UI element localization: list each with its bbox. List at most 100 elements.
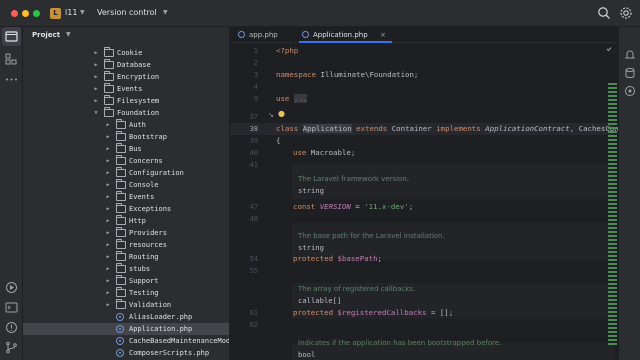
folder-icon <box>116 191 126 201</box>
chevron-right-icon[interactable]: ▶ <box>105 299 111 311</box>
tree-folder[interactable]: ▶ Cookie <box>23 47 229 59</box>
tree-folder[interactable]: ▶ Http <box>23 215 229 227</box>
tree-folder[interactable]: ▶ Testing <box>23 287 229 299</box>
project-panel-title[interactable]: Project <box>32 31 60 39</box>
chevron-right-icon[interactable]: ▶ <box>105 239 111 251</box>
chevron-right-icon[interactable]: ▶ <box>105 263 111 275</box>
tree-file[interactable]: Application.php <box>23 323 229 335</box>
folder-icon <box>116 239 126 249</box>
more-tools-icon[interactable] <box>4 72 19 87</box>
project-name[interactable]: l11 <box>65 8 77 17</box>
code-line[interactable]: { <box>276 135 280 147</box>
structure-icon[interactable] <box>4 52 19 67</box>
search-icon[interactable] <box>596 5 612 21</box>
tree-folder[interactable]: ▶ Providers <box>23 227 229 239</box>
inspection-status-icon[interactable] <box>606 46 612 52</box>
git-branch-icon[interactable] <box>4 340 19 355</box>
stripe-mark <box>608 83 617 85</box>
tree-item-label: Support <box>129 277 159 285</box>
chevron-right-icon[interactable]: ▶ <box>105 215 111 227</box>
chevron-right-icon[interactable]: ▶ <box>93 95 99 107</box>
folder-icon <box>116 251 126 261</box>
stripe-mark <box>608 155 617 157</box>
tree-folder[interactable]: ▶ Encryption <box>23 71 229 83</box>
tree-folder[interactable]: ▶ Filesystem <box>23 95 229 107</box>
tree-folder[interactable]: ▶ Concerns <box>23 155 229 167</box>
tree-file[interactable]: ComposerScripts.php <box>23 347 229 359</box>
chevron-right-icon[interactable]: ▶ <box>105 155 111 167</box>
chevron-right-icon[interactable]: ▶ <box>105 131 111 143</box>
tree-folder[interactable]: ▶ Bootstrap <box>23 131 229 143</box>
tree-folder[interactable]: ▶ Events <box>23 83 229 95</box>
tree-folder[interactable]: ▶ Exceptions <box>23 203 229 215</box>
notifications-icon[interactable] <box>624 49 636 61</box>
code-line[interactable]: protected $basePath; <box>293 253 382 265</box>
chevron-right-icon[interactable]: ▶ <box>93 59 99 71</box>
code-line[interactable]: const VERSION = '11.x-dev'; <box>293 201 413 213</box>
tree-item-label: CacheBasedMaintenanceMode. <box>129 337 230 345</box>
chevron-right-icon[interactable]: ▶ <box>93 83 99 95</box>
line-number: 61 <box>249 309 258 317</box>
project-tool-button[interactable] <box>2 27 21 46</box>
chevron-right-icon[interactable]: ▶ <box>105 203 111 215</box>
tree-item-label: Exceptions <box>129 205 172 213</box>
tree-file[interactable]: AliasLoader.php <box>23 311 229 323</box>
chevron-right-icon[interactable]: ▶ <box>105 191 111 203</box>
settings-gear-icon[interactable] <box>618 5 634 21</box>
tree-folder[interactable]: ▶ Routing <box>23 251 229 263</box>
chevron-down-icon[interactable]: ▼ <box>66 31 71 38</box>
close-tab-icon[interactable]: × <box>380 31 386 39</box>
version-control-menu[interactable]: Version control <box>97 8 157 17</box>
tree-folder[interactable]: ▶ Support <box>23 275 229 287</box>
tree-folder[interactable]: ▶ Console <box>23 179 229 191</box>
chevron-down-icon[interactable]: ▼ <box>163 9 168 16</box>
chevron-right-icon[interactable]: ▶ <box>105 275 111 287</box>
tree-folder[interactable]: ▼ Foundation <box>23 107 229 119</box>
tab-app-php[interactable]: app.php <box>238 27 298 43</box>
project-badge[interactable]: L <box>50 8 61 19</box>
tree-folder[interactable]: ▶ resources <box>23 239 229 251</box>
chevron-right-icon[interactable]: ▶ <box>105 119 111 131</box>
stripe-mark <box>608 287 617 289</box>
folder-icon <box>104 95 114 105</box>
database-icon[interactable] <box>624 67 636 79</box>
code-line[interactable]: protected $registeredCallbacks = []; <box>293 307 453 319</box>
minimize-window-button[interactable] <box>22 10 29 17</box>
terminal-icon[interactable] <box>4 300 19 315</box>
code-line[interactable]: use ... <box>276 93 308 105</box>
folded-imports[interactable]: ... <box>293 94 308 103</box>
tree-file[interactable]: CacheBasedMaintenanceMode. <box>23 335 230 347</box>
chevron-down-icon[interactable]: ▼ <box>80 9 85 16</box>
tree-folder[interactable]: ▶ Auth <box>23 119 229 131</box>
tree-folder[interactable]: ▶ Configuration <box>23 167 229 179</box>
chevron-right-icon[interactable]: ▶ <box>105 167 111 179</box>
code-line[interactable]: use Macroable; <box>293 147 355 159</box>
chevron-right-icon[interactable]: ▶ <box>93 47 99 59</box>
stripe-mark <box>608 255 617 257</box>
chevron-right-icon[interactable]: ▶ <box>93 71 99 83</box>
tree-item-label: Database <box>117 61 151 69</box>
tree-folder[interactable]: ▶ Validation <box>23 299 229 311</box>
chevron-down-icon[interactable]: ▼ <box>93 107 99 119</box>
ai-assistant-icon[interactable] <box>624 85 636 97</box>
tree-folder[interactable]: ▶ Bus <box>23 143 229 155</box>
intention-bulb-icon[interactable]: ● <box>278 109 285 118</box>
code-line[interactable]: <?php <box>276 45 298 57</box>
tree-folder[interactable]: ▶ Events <box>23 191 229 203</box>
zoom-window-button[interactable] <box>33 10 40 17</box>
line-number: 3 <box>253 71 258 79</box>
chevron-right-icon[interactable]: ▶ <box>105 251 111 263</box>
tree-folder[interactable]: ▶ stubs <box>23 263 229 275</box>
chevron-right-icon[interactable]: ▶ <box>105 227 111 239</box>
code-line[interactable]: namespace Illuminate\Foundation; <box>276 69 418 81</box>
chevron-right-icon[interactable]: ▶ <box>105 143 111 155</box>
error-stripe[interactable] <box>608 83 617 351</box>
close-window-button[interactable] <box>11 10 18 17</box>
problems-icon[interactable] <box>4 320 19 335</box>
php-file-icon <box>116 325 124 333</box>
chevron-right-icon[interactable]: ▶ <box>105 179 111 191</box>
chevron-right-icon[interactable]: ▶ <box>105 287 111 299</box>
code-line[interactable]: class Application extends Container impl… <box>276 123 619 135</box>
tree-folder[interactable]: ▶ Database <box>23 59 229 71</box>
run-icon[interactable] <box>4 280 19 295</box>
